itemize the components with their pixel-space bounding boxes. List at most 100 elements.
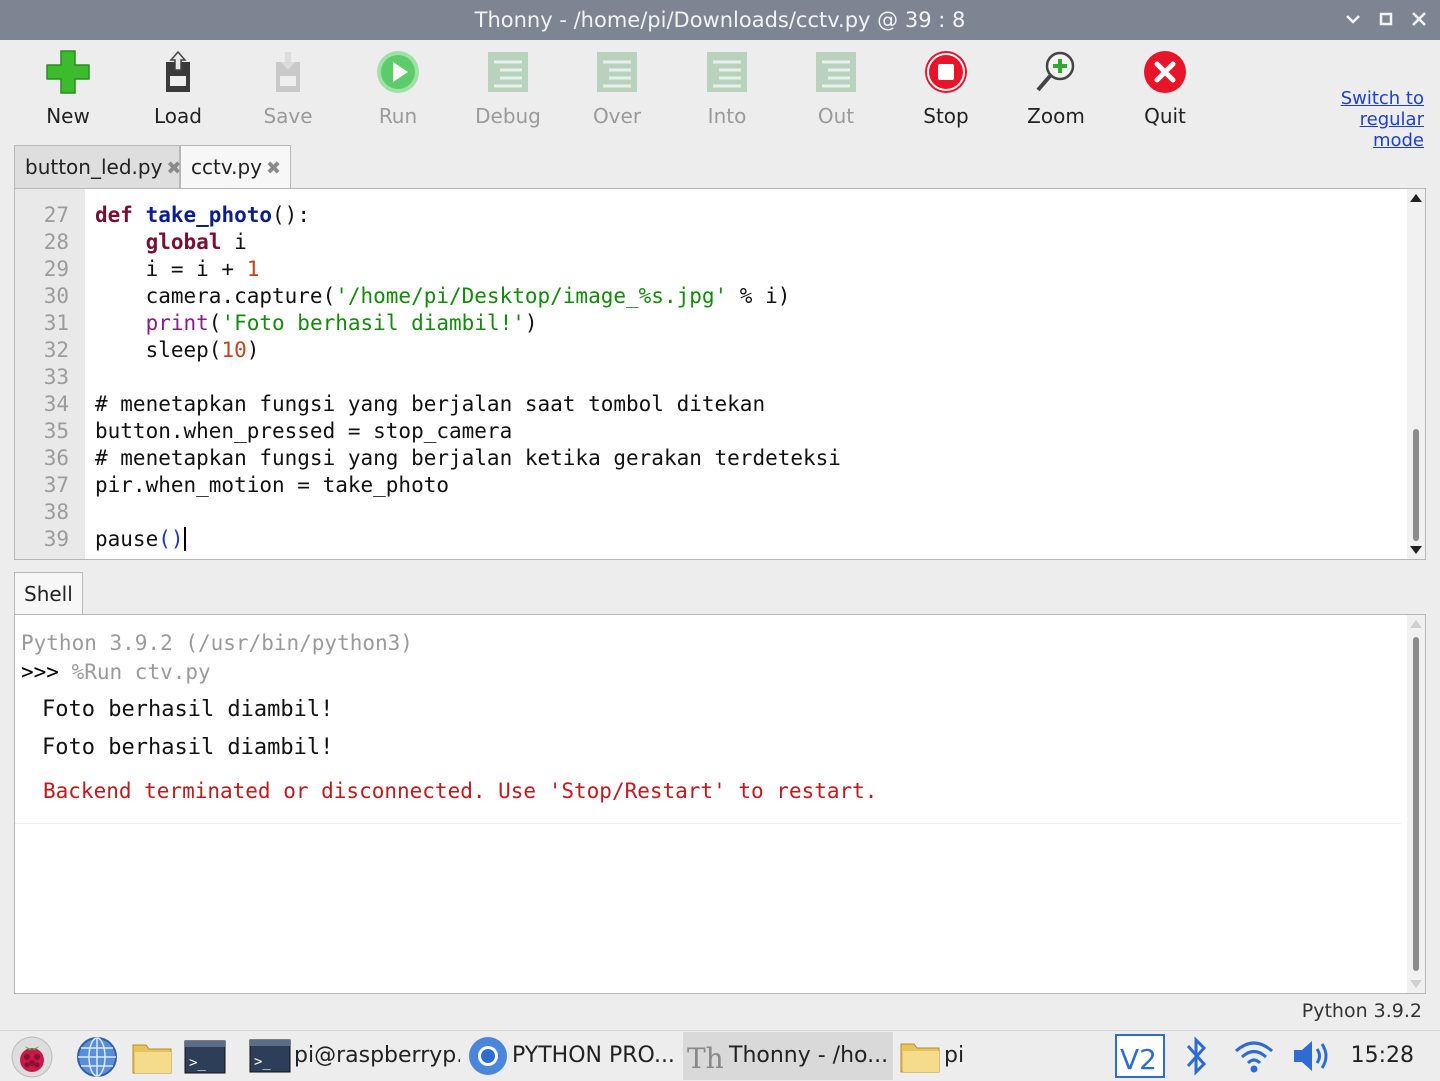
load-button[interactable]: Load xyxy=(128,48,228,136)
line-number: 34 xyxy=(43,392,69,416)
stop-icon xyxy=(925,51,967,93)
bluetooth-icon[interactable] xyxy=(1180,1033,1212,1079)
new-plus-icon xyxy=(46,50,90,94)
taskbar-item-label: pi xyxy=(944,1043,965,1068)
code-line: 36 # menetapkan fungsi yang berjalan keti… xyxy=(15,445,1405,472)
editor-scrollbar[interactable] xyxy=(1407,189,1425,559)
line-number: 38 xyxy=(43,500,69,524)
debug-button[interactable]: Debug xyxy=(458,48,558,136)
step-over-label: Over xyxy=(592,104,642,128)
line-number: 32 xyxy=(43,338,69,362)
stop-label: Stop xyxy=(923,104,969,128)
scroll-up-icon[interactable] xyxy=(1410,194,1422,202)
tab-label: cctv.py xyxy=(191,155,263,179)
shell-scrollbar[interactable] xyxy=(1407,615,1425,993)
scroll-up-icon[interactable] xyxy=(1410,620,1422,628)
code-comment: # menetapkan fungsi yang berjalan saat t… xyxy=(95,392,766,416)
tab-shell[interactable]: Shell xyxy=(14,572,83,615)
step-out-button[interactable]: Out xyxy=(786,48,886,136)
scrollbar-thumb[interactable] xyxy=(1413,429,1419,541)
step-into-button[interactable]: Into xyxy=(677,48,777,136)
shell-divider xyxy=(15,823,1401,824)
code-text: camera.capture('/home/pi/Desktop/image_%… xyxy=(95,284,791,308)
run-icon xyxy=(377,51,419,93)
shell-command-line: >>> %Run ctv.py xyxy=(21,660,211,684)
step-out-icon xyxy=(816,52,856,92)
taskbar-item-label: pi@raspberryp... xyxy=(294,1043,460,1068)
zoom-icon xyxy=(1036,51,1075,92)
shell-panel[interactable]: Python 3.9.2 (/usr/bin/python3) >>> %Run… xyxy=(14,614,1426,994)
run-button[interactable]: Run xyxy=(348,48,448,136)
run-label: Run xyxy=(378,104,418,128)
taskbar-item-thonny[interactable]: Th Thonny - /ho... xyxy=(683,1032,893,1080)
line-number: 39 xyxy=(43,527,69,551)
chevron-down-icon[interactable] xyxy=(1342,8,1364,30)
stop-button[interactable]: Stop xyxy=(896,48,996,136)
clock[interactable]: 15:28 xyxy=(1351,1031,1414,1081)
tab-label: button_led.py xyxy=(25,155,163,179)
debug-label: Debug xyxy=(475,104,541,128)
code-line: 31 print('Foto berhasil diambil!') xyxy=(15,310,1405,337)
switch-mode-link[interactable]: Switch to regular mode xyxy=(1314,88,1424,151)
zoom-button[interactable]: Zoom xyxy=(1006,48,1106,136)
code-line: 29 i = i + 1 xyxy=(15,256,1405,283)
new-button[interactable]: New xyxy=(18,48,118,136)
terminal-icon[interactable]: >_ xyxy=(183,1035,227,1079)
line-number: 35 xyxy=(43,419,69,443)
taskbar-item-label: Thonny - /ho... xyxy=(729,1043,889,1068)
code-line: 37 pir.when_motion = take_photo xyxy=(15,472,1405,499)
scrollbar-thumb[interactable] xyxy=(1413,637,1419,971)
save-button[interactable]: Save xyxy=(238,48,338,136)
svg-text:V2: V2 xyxy=(1120,1043,1157,1076)
load-label: Load xyxy=(154,104,202,128)
quit-button[interactable]: Quit xyxy=(1115,48,1215,136)
folder-icon xyxy=(900,1043,940,1073)
quit-label: Quit xyxy=(1144,104,1186,128)
scroll-down-icon[interactable] xyxy=(1410,980,1422,988)
interpreter-status[interactable]: Python 3.9.2 xyxy=(1302,1000,1422,1022)
new-label: New xyxy=(46,104,90,128)
code-line: 38 xyxy=(15,499,1405,526)
code-line: 34 # menetapkan fungsi yang berjalan saat… xyxy=(15,391,1405,418)
browser-globe-icon[interactable] xyxy=(75,1035,119,1079)
raspberry-menu-icon[interactable] xyxy=(10,1035,54,1079)
step-over-icon xyxy=(597,52,637,92)
switch-mode-line-1: Switch to xyxy=(1340,88,1424,109)
save-label: Save xyxy=(263,104,313,128)
toolbar: New Load Save Run Debug Over Into Out St… xyxy=(0,40,1440,151)
code-line: 39 pause() xyxy=(15,526,1405,553)
scroll-down-icon[interactable] xyxy=(1410,546,1422,554)
close-tab-icon[interactable]: ✖ xyxy=(266,158,281,179)
step-out-label: Out xyxy=(817,104,855,128)
maximize-icon[interactable] xyxy=(1375,8,1397,30)
vnc-icon[interactable]: V2 xyxy=(1114,1033,1166,1079)
line-number: 37 xyxy=(43,473,69,497)
wifi-icon[interactable] xyxy=(1232,1033,1276,1079)
chromium-icon xyxy=(469,1037,507,1075)
code-text: def take_photo(): xyxy=(95,203,310,227)
code-editor[interactable]: 27 def take_photo(): 28 global i 29 i = i… xyxy=(14,188,1426,560)
line-number: 33 xyxy=(43,365,69,389)
tab-button-led[interactable]: button_led.py ✖ xyxy=(14,145,182,188)
step-over-button[interactable]: Over xyxy=(567,48,667,136)
file-manager-icon[interactable] xyxy=(130,1035,174,1079)
title-bar: Thonny - /home/pi/Downloads/cctv.py @ 39… xyxy=(0,0,1440,40)
code-line: 28 global i xyxy=(15,229,1405,256)
code-text: button.when_pressed = stop_camera xyxy=(95,419,513,443)
code-text: pause() xyxy=(95,527,186,551)
tab-cctv[interactable]: cctv.py ✖ xyxy=(180,145,291,189)
line-number: 31 xyxy=(43,311,69,335)
shell-output-line: Foto berhasil diambil! xyxy=(42,697,334,722)
code-line: 33 xyxy=(15,364,1405,391)
taskbar-item-label: PYTHON PRO... xyxy=(512,1043,675,1068)
debug-icon xyxy=(488,52,528,92)
close-icon[interactable] xyxy=(1408,8,1430,30)
svg-text:>_: >_ xyxy=(254,1054,271,1070)
code-text: pir.when_motion = take_photo xyxy=(95,473,450,497)
volume-icon[interactable] xyxy=(1290,1033,1332,1079)
python-version-line: Python 3.9.2 (/usr/bin/python3) xyxy=(21,631,413,655)
shell-error-message: Backend terminated or disconnected. Use … xyxy=(43,779,878,803)
taskbar-item-terminal[interactable]: >_ pi@raspberryp... xyxy=(248,1032,460,1080)
taskbar-item-chromium[interactable]: PYTHON PRO... xyxy=(466,1032,676,1080)
taskbar-item-folder[interactable]: pi xyxy=(898,1032,978,1080)
